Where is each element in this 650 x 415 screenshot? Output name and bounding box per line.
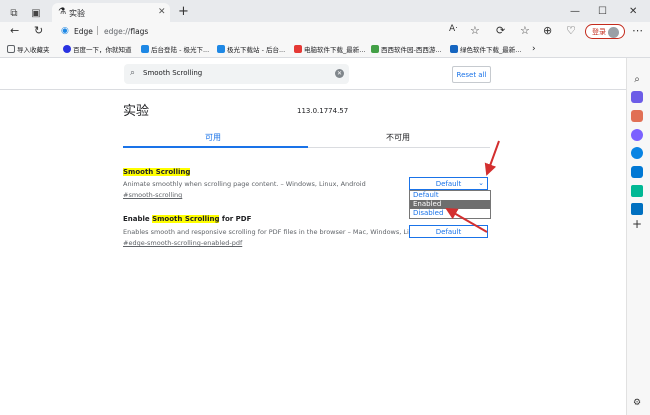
back-icon[interactable]: ← bbox=[10, 24, 19, 37]
sidebar-app-icon[interactable] bbox=[631, 203, 643, 215]
browser-essentials-icon[interactable]: ♡ bbox=[566, 24, 576, 37]
arrow-to-select bbox=[484, 140, 500, 176]
reset-all-button[interactable]: Reset all bbox=[452, 66, 491, 83]
flag-select[interactable]: Default ⌄ bbox=[409, 177, 488, 190]
tab-close-icon[interactable]: ✕ bbox=[158, 7, 166, 17]
search-value: Smooth Scrolling bbox=[143, 69, 203, 77]
sidebar-shopping-icon[interactable] bbox=[631, 91, 643, 103]
site-icon bbox=[217, 45, 225, 53]
read-aloud-icon[interactable]: Aᐧ bbox=[449, 24, 457, 34]
sidebar-settings-icon[interactable]: ⚙ bbox=[631, 397, 643, 409]
page-title: 实验 bbox=[123, 104, 150, 119]
bookmark-item[interactable]: 绿色软件下载_最新... bbox=[450, 44, 521, 54]
bookmark-label: 百度一下，你就知道 bbox=[73, 46, 132, 54]
bookmarks-more-icon[interactable]: › bbox=[532, 44, 536, 54]
search-icon: ⌕ bbox=[130, 68, 136, 78]
flag-title-highlight: Smooth Scrolling bbox=[152, 215, 220, 223]
flag-description: Animate smoothly when scrolling page con… bbox=[123, 180, 366, 188]
flag-select-dropdown[interactable]: Default Enabled Disabled bbox=[409, 190, 491, 219]
signin-label: 登录 bbox=[592, 27, 606, 36]
active-tab-indicator bbox=[123, 146, 308, 148]
flag-link[interactable]: #smooth-scrolling bbox=[123, 191, 182, 199]
sidebar-search-icon[interactable]: ⌕ bbox=[631, 73, 643, 85]
bookmark-label: 导入收藏夹 bbox=[17, 46, 50, 54]
favorites-icon[interactable]: ☆ bbox=[520, 24, 530, 37]
avatar-icon bbox=[608, 27, 619, 38]
bookmark-item[interactable]: 后台登陆 - 极光下... bbox=[141, 44, 209, 54]
site-icon bbox=[371, 45, 379, 53]
flag-select-value: Default bbox=[435, 227, 462, 236]
url-prefix: edge:// bbox=[104, 27, 131, 36]
maximize-icon[interactable]: ☐ bbox=[598, 6, 607, 17]
sidebar-add-icon[interactable]: + bbox=[631, 217, 643, 231]
bookmark-item[interactable]: 电脑软件下载_最新... bbox=[294, 44, 365, 54]
flag-title-post: for PDF bbox=[219, 215, 252, 223]
version-label: 113.0.1774.57 bbox=[297, 107, 349, 115]
flag-title-pre: Enable bbox=[123, 215, 153, 223]
sidebar-drop-icon[interactable] bbox=[631, 185, 643, 197]
bookmark-label: 绿色软件下载_最新... bbox=[460, 46, 522, 54]
baidu-icon bbox=[63, 45, 71, 53]
search-input[interactable]: ⌕ Smooth Scrolling ✕ bbox=[124, 64, 349, 84]
sidebar-tools-icon[interactable] bbox=[631, 110, 643, 122]
flag-title-highlight: Smooth Scrolling bbox=[123, 168, 191, 176]
bookmark-item[interactable]: 极光下载站 - 后台... bbox=[217, 44, 285, 54]
close-window-icon[interactable]: ✕ bbox=[629, 6, 637, 17]
dropdown-option-enabled[interactable]: Enabled bbox=[410, 200, 490, 209]
more-menu-icon[interactable]: ⋯ bbox=[632, 24, 643, 37]
flag-select-value: Default bbox=[435, 179, 462, 188]
address-bar[interactable]: ◉ Edge | edge://flags bbox=[55, 24, 485, 40]
flag-select[interactable]: Default bbox=[409, 225, 488, 238]
site-icon bbox=[141, 45, 149, 53]
site-icon bbox=[450, 45, 458, 53]
tab-unavailable[interactable]: 不可用 bbox=[386, 132, 410, 143]
minimize-icon[interactable]: — bbox=[570, 6, 580, 17]
favorite-star-icon[interactable]: ☆ bbox=[470, 24, 480, 37]
workspaces-icon[interactable]: ⧉ bbox=[8, 7, 20, 19]
separator: | bbox=[96, 26, 100, 36]
flag-description: Enables smooth and responsive scrolling … bbox=[123, 228, 421, 236]
bookmark-item[interactable]: 导入收藏夹 bbox=[7, 44, 50, 54]
sidebar-games-icon[interactable] bbox=[631, 129, 643, 141]
folder-icon bbox=[7, 45, 15, 53]
tab-available[interactable]: 可用 bbox=[205, 132, 221, 143]
bookmark-item[interactable]: 百度一下，你就知道 bbox=[63, 44, 132, 54]
site-icon bbox=[294, 45, 302, 53]
tab-actions-icon[interactable]: ▣ bbox=[30, 7, 42, 19]
refresh-icon[interactable]: ↻ bbox=[34, 24, 43, 37]
bookmark-label: 后台登陆 - 极光下... bbox=[151, 46, 210, 54]
clear-search-icon[interactable]: ✕ bbox=[335, 69, 344, 78]
bookmark-label: 极光下载站 - 后台... bbox=[227, 46, 286, 54]
signin-button[interactable]: 登录 bbox=[585, 24, 625, 39]
dropdown-option-default[interactable]: Default bbox=[410, 191, 490, 200]
extensions-icon[interactable]: ⟳ bbox=[496, 24, 505, 37]
new-tab-icon[interactable]: + bbox=[178, 4, 189, 19]
sidebar-outlook-icon[interactable] bbox=[631, 166, 643, 178]
bookmark-label: 西西软件园-西西游... bbox=[381, 46, 442, 54]
flag-link[interactable]: #edge-smooth-scrolling-enabled-pdf bbox=[123, 239, 242, 247]
collections-icon[interactable]: ⊕ bbox=[543, 24, 552, 37]
dropdown-option-disabled[interactable]: Disabled bbox=[410, 209, 490, 218]
bookmark-item[interactable]: 西西软件园-西西游... bbox=[371, 44, 442, 54]
flag-title: Smooth Scrolling bbox=[123, 168, 191, 176]
url-text: edge://flags bbox=[104, 27, 148, 36]
flag-title: Enable Smooth Scrolling for PDF bbox=[123, 215, 251, 223]
sidebar-m365-icon[interactable] bbox=[631, 147, 643, 159]
tab-title: 实验 bbox=[69, 9, 85, 18]
edge-logo-icon: ◉ bbox=[61, 26, 69, 36]
url-path: flags bbox=[130, 27, 149, 36]
flask-icon: ⚗ bbox=[58, 7, 67, 17]
bookmark-label: 电脑软件下载_最新... bbox=[304, 46, 366, 54]
browser-brand: Edge bbox=[74, 27, 93, 36]
chevron-down-icon: ⌄ bbox=[478, 179, 484, 187]
